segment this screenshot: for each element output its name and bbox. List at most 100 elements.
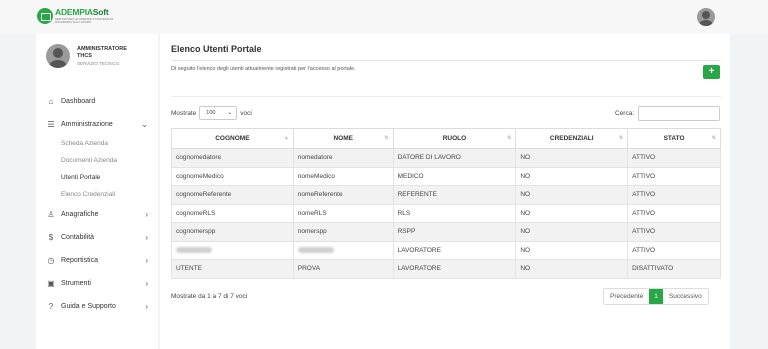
table-row[interactable]: cognomerspp nomerspp RSPP NO ATTIVO [171,222,721,242]
tools-icon: ▣ [47,279,55,288]
cell-credenziali: NO [515,240,629,260]
cell-nome-redacted [292,240,394,260]
sort-icon: ▲ [283,135,289,141]
avatar [46,44,70,68]
question-icon: ? [48,302,54,311]
sidebar-item-strumenti[interactable]: ▣ Strumenti › [36,272,158,295]
column-header-cognome[interactable]: COGNOME ▲ [171,128,294,149]
sidebar-item-label: Reportistica [61,257,98,264]
cell-nome: PROVA [292,259,394,279]
search-input[interactable] [638,106,721,121]
sidebar-item-guida[interactable]: ? Guida e Supporto › [36,295,158,318]
cell-stato: ATTIVO [627,185,721,205]
column-header-credenziali[interactable]: CREDENZIALI ⇅ [515,128,629,149]
table-row[interactable]: LAVORATORE NO ATTIVO [171,240,721,260]
cell-stato: DISATTIVATO [627,259,721,279]
page-title: Elenco Utenti Portale [171,44,262,54]
list-icon: ☰ [47,119,55,129]
cell-nome: nomerspp [292,222,394,242]
sidebar-item-contabilita[interactable]: $ Contabilità › [36,226,158,249]
page-1-button[interactable]: 1 [649,289,663,304]
column-header-nome[interactable]: NOME ⇅ [292,128,394,149]
clock-icon: ◷ [47,256,55,265]
cell-stato: ATTIVO [627,166,721,186]
sidebar-subitem-scheda-azienda[interactable]: Scheda Azienda [36,135,158,152]
cell-cognome: cognomeMedico [171,166,294,186]
chevron-right-icon: › [145,233,148,242]
person-icon: ♙ [47,210,55,219]
search-control: Cerca: [615,106,721,121]
sidebar-subitem-documenti-azienda[interactable]: Documenti Azienda [36,152,158,169]
cell-ruolo: DATORE DI LAVORO [392,148,517,168]
table-row[interactable]: UTENTE PROVA LAVORATORE NO DISATTIVATO [171,259,721,279]
sidebar-subitem-utenti-portale[interactable]: Utenti Portale [36,169,158,186]
cell-credenziali: NO [515,203,629,223]
cell-ruolo: REFERENTE [392,185,517,205]
cell-nome: nomeMedico [292,166,394,186]
cell-stato: ATTIVO [627,222,721,242]
sidebar-item-reportistica[interactable]: ◷ Reportistica › [36,249,158,272]
cell-nome: nomedatore [292,148,394,168]
cell-stato: ATTIVO [627,240,721,260]
page-description: Di seguito l'elenco degli utenti attualm… [171,66,356,72]
cell-cognome-redacted [171,240,294,260]
next-page-button[interactable]: Successivo [663,289,708,304]
users-table: COGNOME ▲ NOME ⇅ RUOLO ⇅ CREDENZIALI ⇅ STATO… [171,128,721,279]
cell-ruolo: RSPP [392,222,517,242]
pagination: Precedente 1 Successivo [603,288,709,305]
sidebar-item-dashboard[interactable]: ⌂ Dashboard [36,90,158,113]
sort-icon: ⇅ [711,135,716,141]
table-info: Mostrate da 1 a 7 di 7 voci [171,293,248,300]
sidebar-item-label: Anagrafiche [61,211,99,218]
cell-credenziali: NO [515,166,629,186]
sidebar-item-label: Contabilità [61,234,95,241]
table-row[interactable]: cognomeRLS nomeRLS RLS NO ATTIVO [171,203,721,223]
brand-tagline: SERVIZI PER LE AZIENDE IN MATERIA DI SIC… [55,16,114,24]
cell-cognome: UTENTE [171,259,294,279]
sidebar-nav: ⌂ Dashboard ☰ Amministrazione ⌄ Scheda A… [36,90,158,318]
table-row[interactable]: cognomeMedico nomeMedico MEDICO NO ATTIV… [171,166,721,186]
sidebar-item-amministrazione[interactable]: ☰ Amministrazione ⌄ [36,113,158,135]
cell-nome: nomeRLS [292,203,394,223]
chevron-right-icon: › [145,256,148,265]
user-avatar-icon[interactable] [697,8,715,26]
show-prefix-label: Mostrate [171,109,197,117]
divider [171,96,721,97]
redacted-text [297,247,334,254]
chevron-right-icon: › [145,210,148,219]
logo[interactable]: ADEMPIASoft SERVIZI PER LE AZIENDE IN MA… [37,8,115,24]
cell-cognome: cognomerspp [171,222,294,242]
cell-cognome: cognomedatore [171,148,294,168]
home-icon: ⌂ [48,97,54,106]
chevron-down-icon: ⌄ [227,110,233,116]
chevron-down-icon: ⌄ [141,119,148,129]
prev-page-button[interactable]: Precedente [604,289,649,304]
table-row[interactable]: cognomeReferente nomeReferente REFERENTE… [171,185,721,205]
column-header-ruolo[interactable]: RUOLO ⇅ [392,128,517,149]
brand-name: ADEMPIASoft [55,7,109,18]
top-bar: ADEMPIASoft SERVIZI PER LE AZIENDE IN MA… [0,0,768,34]
user-panel: AMMINISTRATORE THCS SERVIZIO TECNICO [46,44,137,68]
search-label: Cerca: [615,110,635,117]
sidebar-item-anagrafiche[interactable]: ♙ Anagrafiche › [36,203,158,226]
main-panel: Elenco Utenti Portale Di seguito l'elenc… [160,34,730,349]
user-name: AMMINISTRATORE THCS [77,46,127,59]
table-row[interactable]: cognomedatore nomedatore DATORE DI LAVOR… [171,148,721,168]
sidebar-item-label: Dashboard [61,98,96,105]
add-user-button[interactable]: + [703,65,720,79]
page-size-select[interactable]: 100 ⌄ [199,106,238,120]
cell-credenziali: NO [515,148,629,168]
sort-icon: ⇅ [618,135,624,141]
cell-stato: ATTIVO [627,203,721,223]
user-role: SERVIZIO TECNICO [77,61,120,66]
redacted-text [176,247,212,254]
cell-ruolo: LAVORATORE [392,259,517,279]
cell-credenziali: NO [515,222,629,242]
chevron-right-icon: › [145,302,148,311]
column-header-stato[interactable]: STATO ⇅ [627,128,721,149]
cell-cognome: cognomeReferente [171,185,294,205]
cell-ruolo: LAVORATORE [392,240,517,260]
sort-icon: ⇅ [507,135,512,141]
sidebar-subitem-elenco-credenziali[interactable]: Elenco Credenziali [36,186,158,203]
divider [171,60,721,61]
